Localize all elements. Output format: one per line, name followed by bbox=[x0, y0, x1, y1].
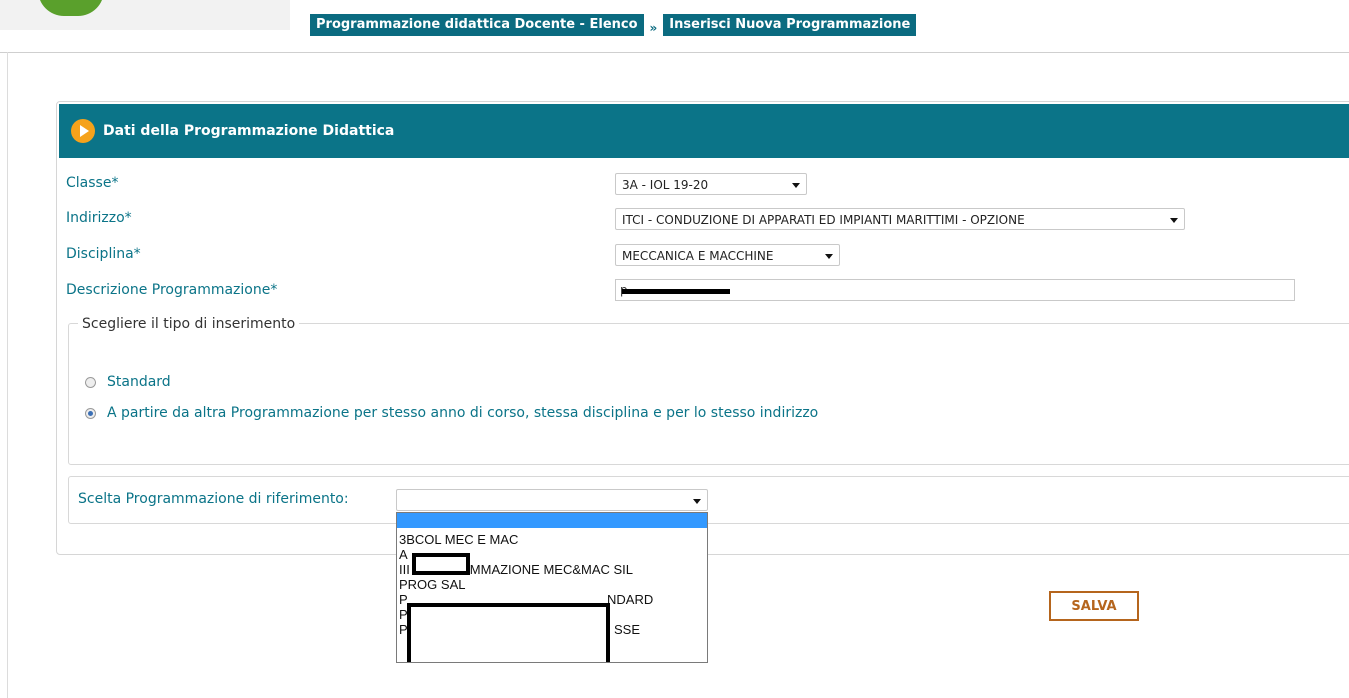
redaction-box bbox=[412, 553, 470, 575]
reference-dropdown-list: 3BCOL MEC E MAC A III PROGRAMMAZIONE MEC… bbox=[396, 512, 708, 663]
redaction-box bbox=[407, 603, 610, 662]
breadcrumb-item-elenco[interactable]: Programmazione didattica Docente - Elenc… bbox=[310, 14, 644, 36]
panel-title: Dati della Programmazione Didattica bbox=[103, 123, 395, 139]
disciplina-select-value: MECCANICA E MACCHINE bbox=[622, 249, 774, 263]
breadcrumb-item-nuova[interactable]: Inserisci Nuova Programmazione bbox=[663, 14, 917, 36]
radio-label-standard: Standard bbox=[107, 374, 171, 390]
indirizzo-label: Indirizzo* bbox=[66, 210, 132, 226]
save-button[interactable]: SALVA bbox=[1049, 591, 1139, 621]
descrizione-label: Descrizione Programmazione* bbox=[66, 282, 278, 298]
chevron-down-icon bbox=[693, 499, 701, 504]
dropdown-option-suffix: NDARD bbox=[607, 592, 654, 607]
redaction-bar bbox=[622, 289, 730, 294]
indirizzo-select[interactable]: ITCI - CONDUZIONE DI APPARATI ED IMPIANT… bbox=[615, 208, 1185, 230]
radio-option-from-other[interactable]: A partire da altra Programmazione per st… bbox=[85, 405, 818, 421]
disciplina-select[interactable]: MECCANICA E MACCHINE bbox=[615, 244, 840, 266]
classe-select-value: 3A - IOL 19-20 bbox=[622, 178, 709, 192]
reference-label: Scelta Programmazione di riferimento: bbox=[78, 491, 349, 507]
chevron-down-icon bbox=[825, 254, 833, 259]
panel-header: Dati della Programmazione Didattica bbox=[59, 104, 1349, 158]
radio-option-standard[interactable]: Standard bbox=[85, 374, 171, 390]
breadcrumb: Programmazione didattica Docente - Elenc… bbox=[310, 14, 917, 36]
classe-label: Classe* bbox=[66, 175, 119, 191]
descrizione-input[interactable]: p bbox=[615, 279, 1295, 301]
reference-select[interactable] bbox=[396, 489, 708, 511]
indirizzo-select-value: ITCI - CONDUZIONE DI APPARATI ED IMPIANT… bbox=[622, 213, 1025, 227]
breadcrumb-separator: » bbox=[649, 21, 658, 35]
content-left-border bbox=[7, 52, 8, 698]
chevron-down-icon bbox=[792, 183, 800, 188]
radio-label-from-other: A partire da altra Programmazione per st… bbox=[107, 405, 819, 421]
dropdown-option[interactable]: 3BCOL MEC E MAC bbox=[397, 532, 707, 547]
disciplina-label: Disciplina* bbox=[66, 246, 141, 262]
insert-type-legend: Scegliere il tipo di inserimento bbox=[78, 316, 300, 332]
classe-select[interactable]: 3A - IOL 19-20 bbox=[615, 173, 807, 195]
insert-type-fieldset bbox=[68, 323, 1349, 465]
dropdown-option-suffix: SSE bbox=[614, 622, 641, 637]
chevron-down-icon bbox=[1170, 218, 1178, 223]
play-icon bbox=[71, 119, 95, 143]
logo bbox=[38, 0, 104, 16]
radio-button-from-other[interactable] bbox=[85, 407, 96, 419]
header-divider bbox=[0, 52, 1349, 53]
dropdown-option[interactable]: PROG SAL bbox=[397, 577, 707, 592]
logo-area bbox=[0, 0, 290, 30]
dropdown-option[interactable] bbox=[397, 513, 707, 528]
radio-button-standard[interactable] bbox=[85, 376, 96, 388]
